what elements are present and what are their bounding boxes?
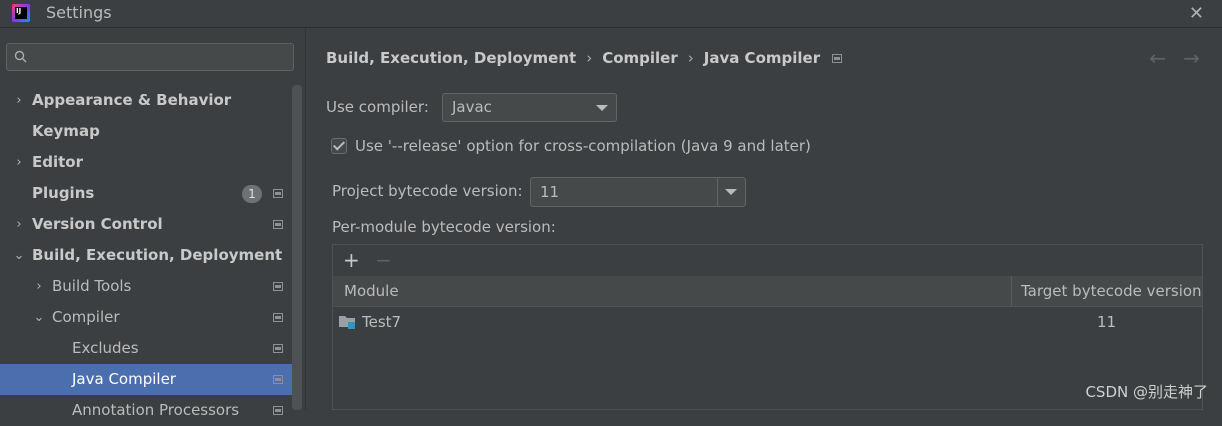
module-folder-icon (339, 316, 355, 329)
release-option-checkbox[interactable] (331, 138, 347, 154)
sidebar-item-keymap[interactable]: Keymap (0, 116, 292, 147)
sidebar-item-label: Build Tools (52, 277, 132, 295)
forward-arrow-icon[interactable]: → (1183, 46, 1200, 70)
close-icon[interactable]: ✕ (1189, 3, 1204, 24)
target-version-cell: 11 (1097, 313, 1117, 331)
sidebar-item-label: Annotation Processors (72, 401, 240, 419)
sidebar-item-label: Excludes (72, 339, 139, 357)
table-row[interactable]: Test7 11 (333, 307, 1202, 337)
settings-tree: › Appearance & Behavior Keymap › Editor … (0, 85, 292, 426)
project-level-icon (273, 282, 283, 291)
search-input[interactable] (6, 43, 294, 71)
chevron-right-icon[interactable]: › (32, 271, 46, 302)
breadcrumb-item: Compiler (602, 49, 678, 67)
table-header: Module Target bytecode version (333, 276, 1202, 307)
breadcrumb-separator: › (586, 49, 593, 67)
search-icon (14, 50, 27, 63)
add-icon[interactable]: + (343, 247, 360, 273)
project-level-icon (273, 189, 283, 198)
use-compiler-value: Javac (452, 98, 492, 116)
watermark: CSDN @别走神了 (1085, 383, 1208, 401)
chevron-down-icon[interactable]: ⌄ (12, 240, 26, 271)
column-header-target-bytecode[interactable]: Target bytecode version (1021, 276, 1202, 306)
project-level-icon (273, 313, 283, 322)
release-option-label: Use '--release' option for cross-compila… (355, 137, 811, 155)
table-toolbar: + − (333, 245, 1202, 277)
sidebar-item-label: Java Compiler (72, 370, 176, 388)
chevron-right-icon[interactable]: › (12, 147, 26, 178)
column-header-module[interactable]: Module (344, 276, 399, 306)
use-compiler-label: Use compiler: (326, 98, 429, 116)
dropdown-arrow-icon (596, 105, 608, 111)
sidebar-item-editor[interactable]: › Editor (0, 147, 292, 178)
project-level-icon (273, 344, 283, 353)
sidebar-item-version-control[interactable]: › Version Control (0, 209, 292, 240)
intellij-app-icon (12, 4, 30, 22)
sidebar-item-label: Keymap (32, 122, 100, 140)
sidebar-item-compiler[interactable]: ⌄ Compiler (0, 302, 292, 333)
project-level-icon (273, 406, 283, 415)
project-level-icon (832, 54, 843, 63)
chevron-down-icon[interactable]: ⌄ (32, 302, 46, 333)
per-module-table: + − Module Target bytecode version Test7… (332, 244, 1203, 410)
update-count-badge: 1 (242, 185, 262, 203)
back-arrow-icon[interactable]: ← (1149, 46, 1166, 70)
combo-divider (717, 178, 718, 206)
chevron-right-icon[interactable]: › (12, 85, 26, 116)
sidebar-item-java-compiler[interactable]: Java Compiler (0, 364, 292, 395)
breadcrumb-item: Build, Execution, Deployment (326, 49, 577, 67)
remove-icon[interactable]: − (375, 247, 392, 273)
column-separator[interactable] (1011, 276, 1012, 306)
sidebar-item-label: Appearance & Behavior (32, 91, 232, 109)
title-bar: Settings ✕ (0, 0, 1222, 28)
project-level-icon (273, 220, 283, 229)
sidebar-item-label: Compiler (52, 308, 120, 326)
sidebar-item-excludes[interactable]: Excludes (0, 333, 292, 364)
use-compiler-select[interactable]: Javac (442, 93, 617, 122)
sidebar-item-plugins[interactable]: Plugins 1 (0, 178, 292, 209)
chevron-right-icon[interactable]: › (12, 209, 26, 240)
sidebar-item-label: Version Control (32, 215, 163, 233)
project-level-icon (273, 375, 283, 384)
sidebar-item-label: Editor (32, 153, 83, 171)
dropdown-arrow-icon[interactable] (725, 189, 737, 195)
sidebar-scrollbar[interactable] (292, 85, 302, 410)
per-module-label: Per-module bytecode version: (332, 218, 556, 236)
breadcrumb: Build, Execution, Deployment › Compiler › Ja… (326, 49, 843, 67)
sidebar-item-annotation-processors[interactable]: Annotation Processors (0, 395, 292, 426)
project-bytecode-label: Project bytecode version: (332, 182, 523, 200)
settings-content: Build, Execution, Deployment › Compiler › Ja… (306, 28, 1222, 410)
breadcrumb-separator: › (687, 49, 694, 67)
sidebar-item-label: Build, Execution, Deployment (32, 246, 283, 264)
settings-sidebar: › Appearance & Behavior Keymap › Editor … (0, 28, 306, 419)
project-bytecode-combo[interactable]: 11 (530, 177, 746, 207)
sidebar-item-build-execution-deployment[interactable]: ⌄ Build, Execution, Deployment (0, 240, 292, 271)
sidebar-item-build-tools[interactable]: › Build Tools (0, 271, 292, 302)
sidebar-item-label: Plugins (32, 184, 95, 202)
project-bytecode-value: 11 (540, 183, 560, 201)
module-name-cell: Test7 (362, 313, 402, 331)
sidebar-item-appearance-behavior[interactable]: › Appearance & Behavior (0, 85, 292, 116)
window-title: Settings (46, 3, 112, 22)
breadcrumb-item: Java Compiler (703, 49, 821, 67)
